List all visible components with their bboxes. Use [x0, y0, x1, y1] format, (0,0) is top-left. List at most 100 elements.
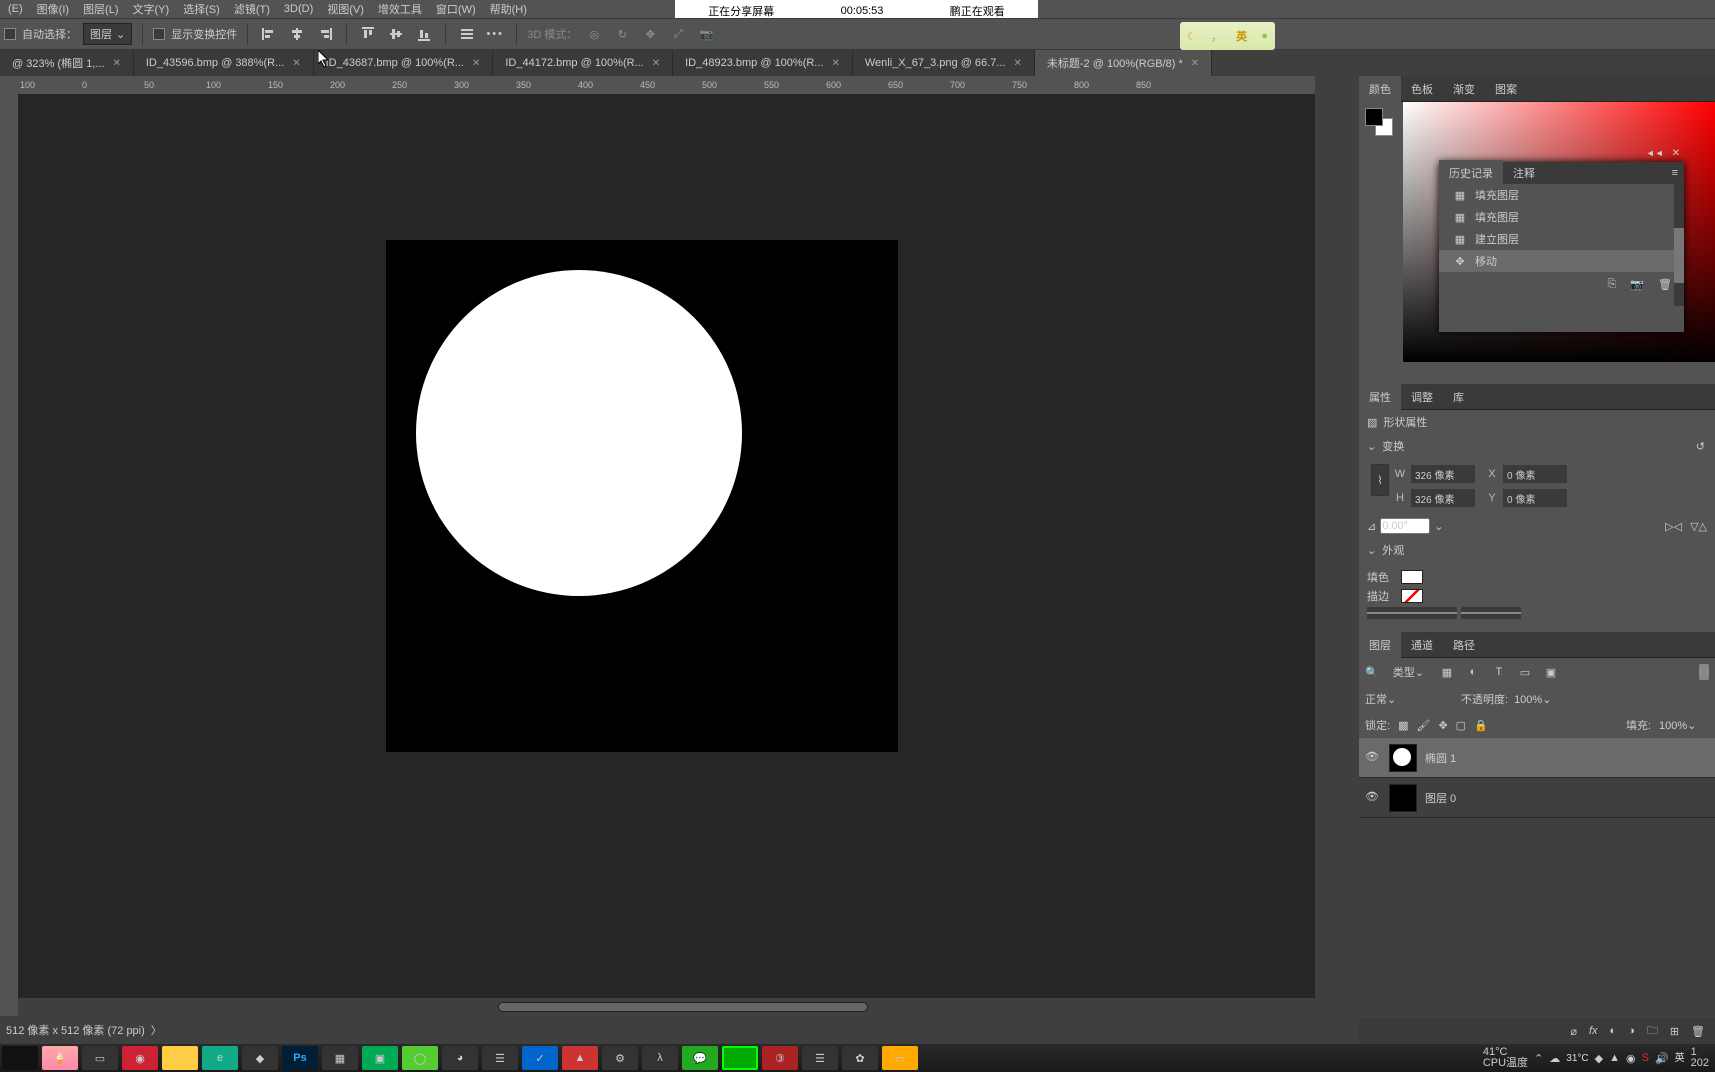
- layer-thumbnail[interactable]: [1389, 744, 1417, 772]
- tab-notes[interactable]: 注释: [1503, 160, 1545, 186]
- lock-all-icon[interactable]: 🔒: [1474, 719, 1488, 732]
- taskbar-app-icon[interactable]: ☰: [482, 1046, 518, 1070]
- taskbar-calc-icon[interactable]: ▦: [322, 1046, 358, 1070]
- menu-3d[interactable]: 3D(D): [278, 1, 319, 17]
- tab-history[interactable]: 历史记录: [1439, 160, 1503, 186]
- tab-swatches[interactable]: 色板: [1401, 76, 1443, 102]
- angle-input[interactable]: [1380, 518, 1430, 534]
- tab-libraries[interactable]: 库: [1443, 384, 1474, 410]
- taskbar-app-icon[interactable]: ◯: [402, 1046, 438, 1070]
- lock-position-icon[interactable]: ✥: [1438, 719, 1447, 732]
- taskbar-edge-icon[interactable]: e: [202, 1046, 238, 1070]
- align-bottom-icon[interactable]: [413, 23, 435, 45]
- reset-icon[interactable]: ↺: [1696, 440, 1715, 453]
- menu-window[interactable]: 窗口(W): [430, 0, 482, 19]
- document-tab[interactable]: ID_48923.bmp @ 100%(R...✕: [673, 50, 853, 76]
- align-hcenter-icon[interactable]: [286, 23, 308, 45]
- tab-gradients[interactable]: 渐变: [1443, 76, 1485, 102]
- chevron-down-icon[interactable]: ⌄: [1434, 520, 1443, 533]
- stroke-style-dropdown[interactable]: [1461, 607, 1521, 619]
- show-transform-checkbox[interactable]: [153, 28, 165, 40]
- scrollbar-thumb[interactable]: [1674, 228, 1684, 283]
- taskbar-chrome-icon[interactable]: ◕: [442, 1046, 478, 1070]
- width-input[interactable]: [1411, 465, 1475, 483]
- opacity-input[interactable]: 100%⌄: [1514, 693, 1564, 706]
- lock-brush-icon[interactable]: 🖌: [1416, 719, 1430, 732]
- link-wh-icon[interactable]: ⌇: [1371, 464, 1389, 496]
- layer-fx-icon[interactable]: fx: [1589, 1025, 1598, 1037]
- visibility-icon[interactable]: 👁: [1365, 790, 1381, 806]
- ellipse-shape[interactable]: [416, 270, 742, 596]
- tray-icon[interactable]: ◆: [1595, 1052, 1603, 1065]
- filter-shape-icon[interactable]: ▭: [1516, 663, 1534, 681]
- align-vcenter-icon[interactable]: [385, 23, 407, 45]
- stroke-width-slider[interactable]: [1367, 607, 1457, 619]
- filter-pixel-icon[interactable]: ▦: [1438, 663, 1456, 681]
- gpu-temp[interactable]: 41°C CPU温度: [1483, 1047, 1528, 1069]
- clock[interactable]: 1202: [1691, 1047, 1709, 1069]
- taskbar-app-icon[interactable]: ▣: [362, 1046, 398, 1070]
- filter-toggle[interactable]: [1699, 664, 1709, 680]
- document-tab[interactable]: Wenli_X_67_3.png @ 66.7...✕: [853, 50, 1035, 76]
- x-input[interactable]: [1503, 465, 1567, 483]
- taskbar-app-icon[interactable]: λ: [642, 1046, 678, 1070]
- auto-select-dropdown[interactable]: 图层 ⌄: [83, 23, 132, 45]
- scrollbar-thumb[interactable]: [498, 1002, 868, 1012]
- taskbar-app-icon[interactable]: ⚙: [602, 1046, 638, 1070]
- fill-swatch[interactable]: [1401, 570, 1423, 584]
- ruler-vertical[interactable]: [0, 94, 18, 1016]
- tab-patterns[interactable]: 图案: [1485, 76, 1527, 102]
- trash-icon[interactable]: 🗑: [1691, 1025, 1705, 1038]
- tab-layers[interactable]: 图层: [1359, 632, 1401, 658]
- tray-icon[interactable]: S: [1642, 1052, 1649, 1064]
- menu-filter[interactable]: 滤镜(T): [228, 0, 276, 19]
- height-input[interactable]: [1411, 489, 1475, 507]
- panel-menu-icon[interactable]: ≡: [1672, 167, 1684, 179]
- visibility-icon[interactable]: 👁: [1365, 750, 1381, 766]
- document-tab[interactable]: ID_43687.bmp @ 100%(R...✕: [314, 50, 494, 76]
- document-tab[interactable]: ID_43596.bmp @ 388%(R...✕: [134, 50, 314, 76]
- link-layers-icon[interactable]: ⌀: [1570, 1025, 1577, 1038]
- collapse-icon[interactable]: ◄◄: [1646, 148, 1664, 159]
- tray-icon[interactable]: ◉: [1626, 1052, 1636, 1065]
- layer-row[interactable]: 👁图层 0: [1359, 778, 1715, 818]
- align-right-icon[interactable]: [314, 23, 336, 45]
- 3d-pan-icon[interactable]: ✥: [639, 23, 661, 45]
- history-item[interactable]: ▦填充图层: [1439, 184, 1684, 206]
- group-icon[interactable]: 🗀: [1647, 1022, 1658, 1041]
- menu-plugins[interactable]: 增效工具: [372, 0, 428, 19]
- history-panel-floating[interactable]: ◄◄ ✕ 历史记录 注释 ≡ ▦填充图层▦填充图层▦建立图层✥移动 ⎘ 📷 🗑: [1439, 162, 1684, 332]
- search-icon[interactable]: 🔍: [1365, 666, 1379, 679]
- history-item[interactable]: ▦建立图层: [1439, 228, 1684, 250]
- lock-pixels-icon[interactable]: ▩: [1398, 719, 1408, 732]
- document-tab[interactable]: @ 323% (椭圆 1,...✕: [0, 50, 134, 76]
- filter-adjust-icon[interactable]: ◐: [1464, 663, 1482, 681]
- taskbar-app-icon[interactable]: ☰: [802, 1046, 838, 1070]
- layer-mask-icon[interactable]: ◐: [1610, 1025, 1617, 1037]
- more-align-icon[interactable]: •••: [484, 23, 506, 45]
- tab-paths[interactable]: 路径: [1443, 632, 1485, 658]
- ime-indicator[interactable]: 英: [1675, 1053, 1685, 1064]
- close-icon[interactable]: ✕: [1191, 58, 1199, 69]
- taskbar-camera-icon[interactable]: ◉: [122, 1046, 158, 1070]
- history-item[interactable]: ▦填充图层: [1439, 206, 1684, 228]
- taskbar-app-icon[interactable]: ▲: [562, 1046, 598, 1070]
- tab-color[interactable]: 颜色: [1359, 76, 1401, 102]
- ruler-horizontal[interactable]: 1000501001502002503003504004505005506006…: [0, 76, 1315, 94]
- taskbar-app-icon[interactable]: ◆: [242, 1046, 278, 1070]
- horizontal-scrollbar[interactable]: [18, 998, 1315, 1016]
- close-icon[interactable]: ✕: [1014, 58, 1022, 69]
- taskbar-app-icon[interactable]: ✿: [842, 1046, 878, 1070]
- close-icon[interactable]: ✕: [472, 58, 480, 69]
- taskbar-taskview-icon[interactable]: ▭: [82, 1046, 118, 1070]
- flip-h-icon[interactable]: ▷◁: [1665, 520, 1682, 533]
- document-canvas[interactable]: [386, 240, 898, 752]
- taskbar-photoshop-icon[interactable]: Ps: [282, 1046, 318, 1070]
- filter-type-dropdown[interactable]: 类型⌄: [1387, 663, 1430, 681]
- cloud-icon[interactable]: ☁: [1549, 1052, 1560, 1065]
- create-document-icon[interactable]: ⎘: [1608, 278, 1617, 291]
- tab-properties[interactable]: 属性: [1359, 384, 1401, 410]
- auto-select-checkbox[interactable]: [4, 28, 16, 40]
- align-left-icon[interactable]: [258, 23, 280, 45]
- menu-edit[interactable]: (E): [2, 1, 29, 17]
